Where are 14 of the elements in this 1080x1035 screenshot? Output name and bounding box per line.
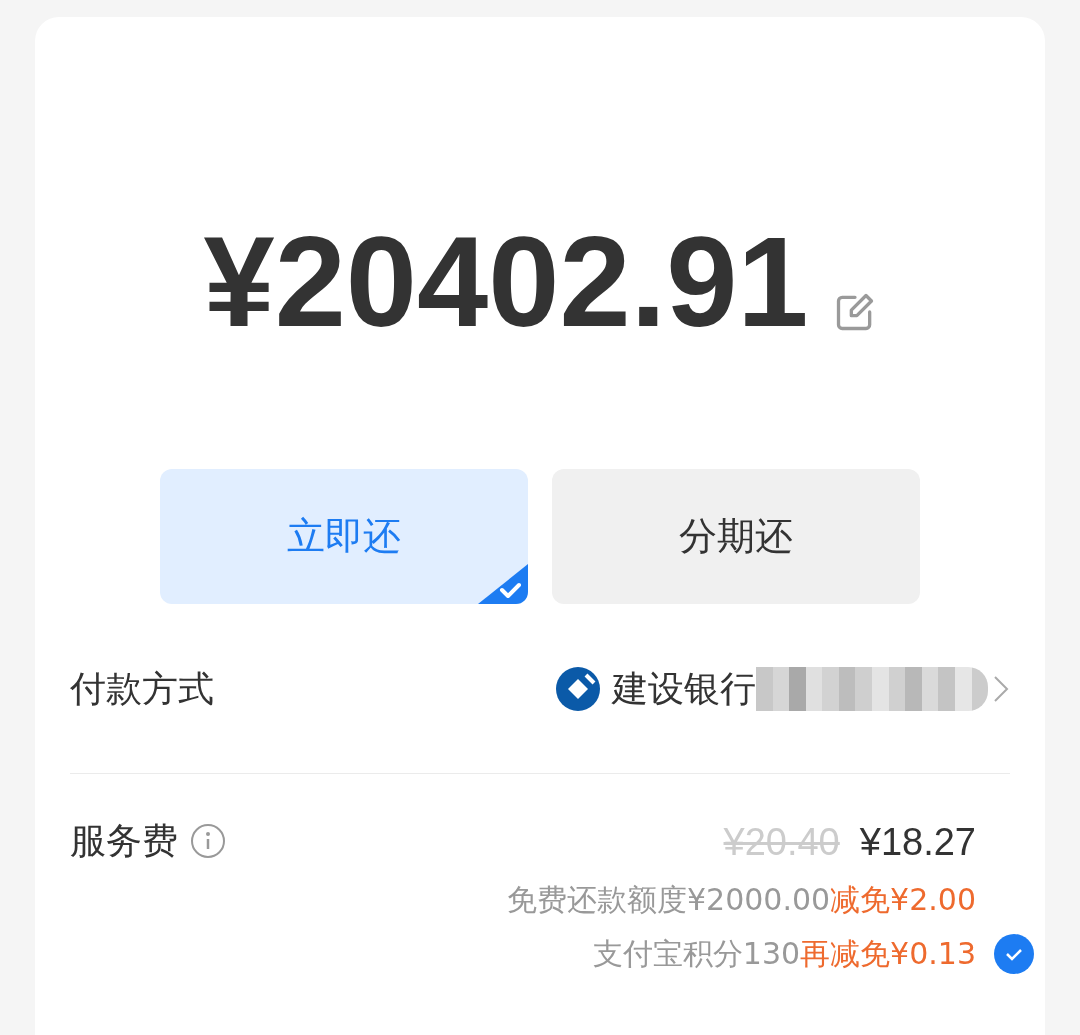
bank-name: 建设银行 — [612, 666, 756, 711]
amount: ¥20402.91 — [203, 212, 809, 352]
discounted-price: ¥18.27 — [859, 820, 976, 865]
service-fee-label: 服务费 — [70, 819, 178, 863]
chevron-right-icon[interactable] — [992, 673, 1010, 704]
info-icon[interactable] — [190, 823, 226, 859]
discount-note: 支付宝积分130再减免¥0.13 — [592, 935, 976, 973]
discount-note: 免费还款额度¥2000.00减免¥2.00 — [506, 881, 976, 919]
check-icon — [1004, 946, 1024, 962]
payment-label: 付款方式 — [70, 666, 214, 711]
discount-checkbox[interactable] — [994, 934, 1034, 974]
check-corner-icon — [478, 564, 528, 604]
repay-option[interactable]: 分期还 — [552, 469, 920, 604]
bank-logo-icon — [556, 666, 600, 711]
